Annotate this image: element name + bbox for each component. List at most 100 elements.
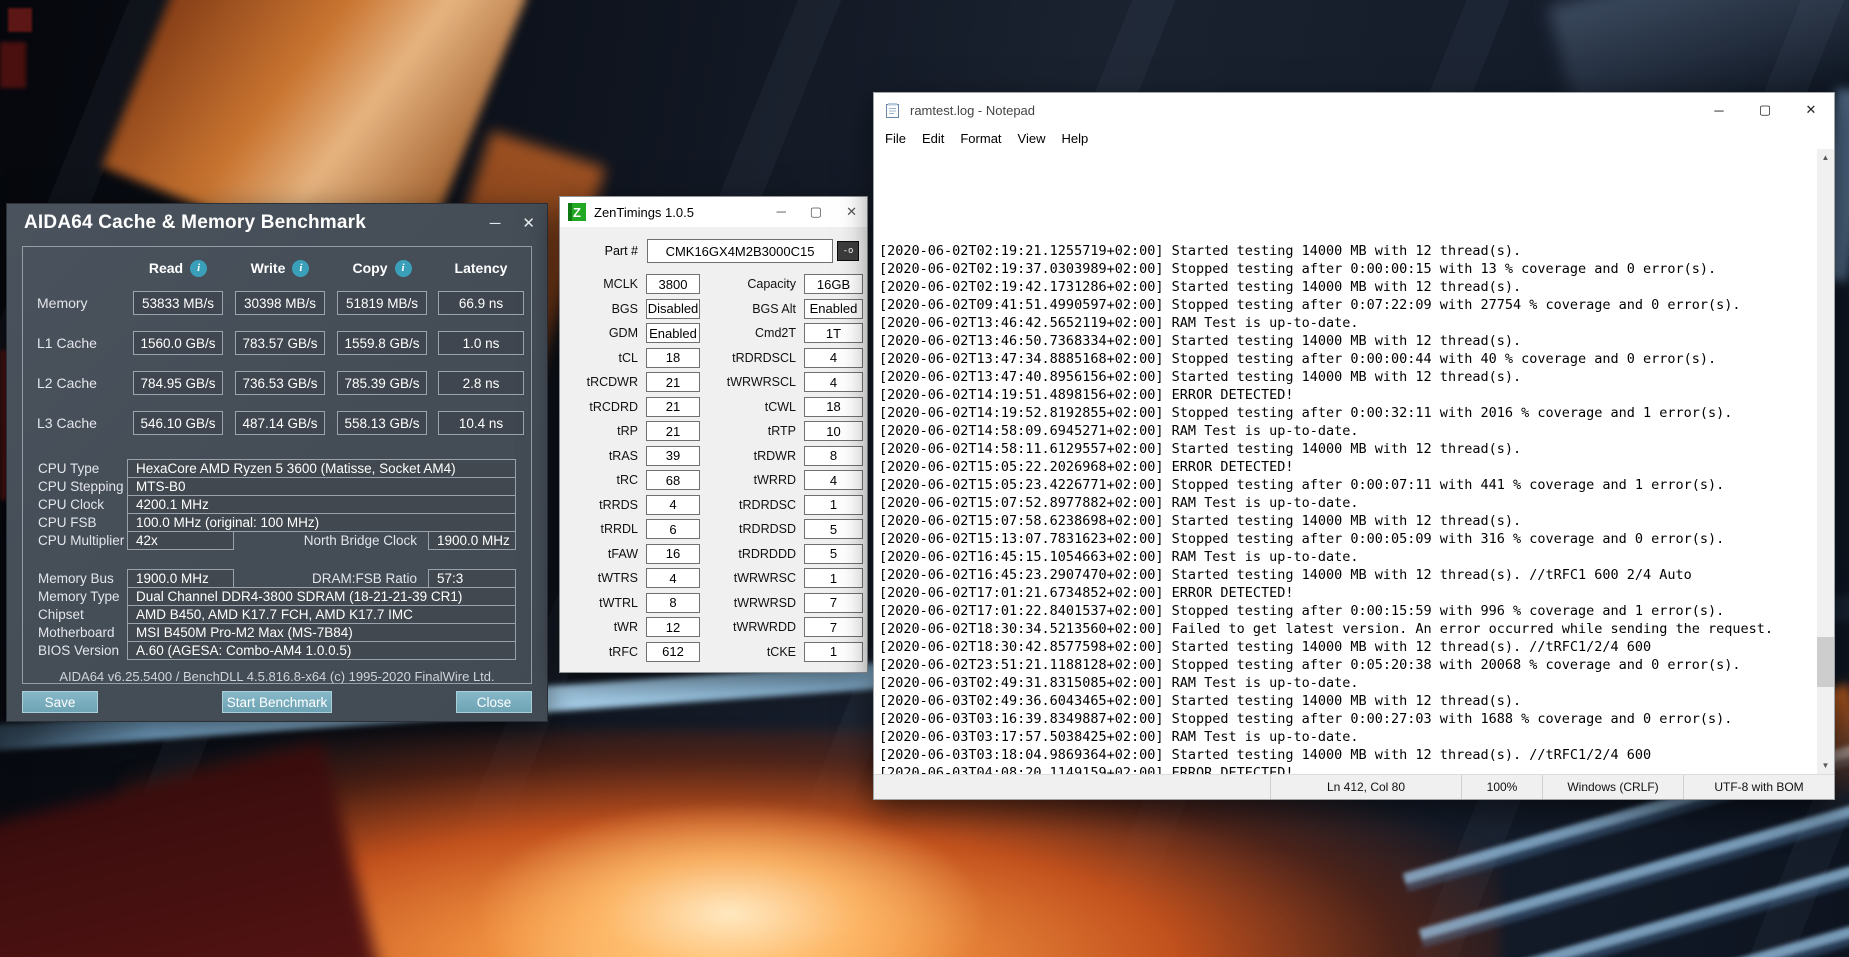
timing-value-field[interactable]: 12 xyxy=(646,617,700,638)
timing-value-field[interactable]: 8 xyxy=(646,592,700,613)
timing-value-field[interactable]: 7 xyxy=(804,617,863,638)
config-value-field[interactable]: Enabled xyxy=(646,323,700,344)
timing-row: tRFC 612 tCKE 1 xyxy=(560,640,867,665)
scroll-down-icon[interactable]: ▼ xyxy=(1817,757,1834,774)
benchmark-row-label: L3 Cache xyxy=(37,415,97,431)
log-line: [2020-06-02T23:51:21.1188128+02:00] Stop… xyxy=(879,657,1741,673)
timing-value-field[interactable]: 1 xyxy=(804,494,863,515)
timing-value-field[interactable]: 4 xyxy=(804,347,863,368)
minimize-icon[interactable]: ─ xyxy=(1696,93,1742,127)
log-line: [2020-06-02T13:46:50.7368334+02:00] Star… xyxy=(879,333,1522,349)
zentimings-logo-icon: Z xyxy=(568,203,586,221)
start-benchmark-button[interactable]: Start Benchmark xyxy=(222,691,332,713)
notepad-titlebar[interactable]: ramtest.log - Notepad ─ ▢ ✕ xyxy=(874,93,1834,127)
timing-label: tWRRD xyxy=(753,473,796,488)
config-value-field[interactable]: 3800 xyxy=(646,274,700,295)
menu-item[interactable]: View xyxy=(1010,131,1054,146)
notepad-caption-buttons: ─ ▢ ✕ xyxy=(1696,93,1834,127)
close-icon[interactable]: ✕ xyxy=(1788,93,1834,127)
menu-item[interactable]: Help xyxy=(1053,131,1096,146)
close-icon[interactable]: ✕ xyxy=(846,204,857,220)
minimize-icon[interactable]: ─ xyxy=(490,216,501,231)
timing-value-field[interactable]: 4 xyxy=(804,372,863,393)
log-line: [2020-06-03T02:49:36.6043465+02:00] Star… xyxy=(879,693,1522,709)
vertical-scrollbar[interactable]: ▲ ▼ xyxy=(1817,149,1834,774)
menu-item[interactable]: Format xyxy=(952,131,1009,146)
scrollbar-thumb[interactable] xyxy=(1817,637,1834,687)
part-number-field[interactable]: CMK16GX4M2B3000C15 xyxy=(647,239,833,263)
timing-value-field[interactable]: 4 xyxy=(646,568,700,589)
log-line: [2020-06-02T15:05:23.4226771+02:00] Stop… xyxy=(879,477,1725,493)
timing-value-field[interactable]: 6 xyxy=(646,519,700,540)
timing-value-field[interactable]: 5 xyxy=(804,543,863,564)
timing-label: tRDRDSCL xyxy=(732,350,796,365)
maximize-icon[interactable]: ▢ xyxy=(1742,93,1788,127)
aida64-titlebar[interactable]: AIDA64 Cache & Memory Benchmark ─ ✕ xyxy=(7,204,547,242)
zentimings-titlebar[interactable]: Z ZenTimings 1.0.5 ─ ▢ ✕ xyxy=(560,197,867,227)
timing-value-field[interactable]: 39 xyxy=(646,445,700,466)
log-line: [2020-06-03T03:17:57.5038425+02:00] RAM … xyxy=(879,729,1359,745)
zentimings-window-title: ZenTimings 1.0.5 xyxy=(594,204,694,220)
aida64-version-footer: AIDA64 v6.25.5400 / BenchDLL 4.5.816.8-x… xyxy=(59,669,495,684)
log-line: [2020-06-02T17:01:21.6734852+02:00] ERRO… xyxy=(879,585,1294,601)
timing-value-field[interactable]: 18 xyxy=(804,396,863,417)
log-line: [2020-06-02T16:45:15.1054663+02:00] RAM … xyxy=(879,549,1359,565)
cpu-info-row: CPU Clock 4200.1 MHz xyxy=(38,495,516,514)
zoom-level-status: 100% xyxy=(1461,775,1542,799)
timing-label: tCWL xyxy=(764,399,796,414)
config-value-field[interactable]: 16GB xyxy=(804,274,863,295)
scroll-up-icon[interactable]: ▲ xyxy=(1817,149,1834,166)
timing-label: tWRWRSD xyxy=(733,595,796,610)
timing-value-field[interactable]: 5 xyxy=(804,519,863,540)
timing-label: tWTRL xyxy=(599,595,638,610)
timing-value-field[interactable]: 7 xyxy=(804,592,863,613)
config-value-field[interactable]: 1T xyxy=(804,323,863,344)
timing-label: tRCDWR xyxy=(586,375,638,390)
timing-value-field[interactable]: 1 xyxy=(804,568,863,589)
minimize-icon[interactable]: ─ xyxy=(777,204,786,220)
config-value-field[interactable]: Disabled xyxy=(646,298,700,319)
memory-bus-row: Memory Bus 1900.0 MHz DRAM:FSB Ratio 57:… xyxy=(38,569,516,588)
screenshot-icon-button[interactable]: -o xyxy=(837,241,859,261)
timing-label: tWR xyxy=(613,620,638,635)
close-icon[interactable]: ✕ xyxy=(522,216,535,231)
log-text-area[interactable]: [2020-06-02T02:19:21.1255719+02:00] Star… xyxy=(874,149,1817,774)
timing-value-field[interactable]: 4 xyxy=(646,494,700,515)
timing-value-field[interactable]: 21 xyxy=(646,372,700,393)
timing-row: tWR 12 tWRWRDD 7 xyxy=(560,615,867,640)
timing-value-field[interactable]: 1 xyxy=(804,641,863,662)
info-icon[interactable]: i xyxy=(292,259,310,277)
benchmark-row: L2 Cache 784.95 GB/s 736.53 GB/s 785.39 … xyxy=(23,363,531,403)
timing-label: tRDRDDD xyxy=(738,546,796,561)
menu-item[interactable]: Edit xyxy=(914,131,952,146)
timing-value-field[interactable]: 4 xyxy=(804,470,863,491)
info-icon[interactable]: i xyxy=(190,259,208,277)
benchmark-row: L3 Cache 546.10 GB/s 487.14 GB/s 558.13 … xyxy=(23,403,531,443)
aida64-button-bar: Save Start Benchmark Close xyxy=(22,691,532,713)
timing-value-field[interactable]: 612 xyxy=(646,641,700,662)
close-button[interactable]: Close xyxy=(456,691,532,713)
timing-value-field[interactable]: 21 xyxy=(646,396,700,417)
info-row-value: MSI B450M Pro-M2 Max (MS-7B84) xyxy=(127,623,516,642)
timing-value-field[interactable]: 16 xyxy=(646,543,700,564)
benchmark-row: L1 Cache 1560.0 GB/s 783.57 GB/s 1559.8 … xyxy=(23,323,531,363)
timing-value-field[interactable]: 21 xyxy=(646,421,700,442)
info-row-value: HexaCore AMD Ryzen 5 3600 (Matisse, Sock… xyxy=(127,459,516,478)
config-value-field[interactable]: Enabled xyxy=(804,298,863,319)
info-row-label: Memory Bus xyxy=(38,571,114,586)
maximize-icon[interactable]: ▢ xyxy=(810,204,822,220)
memory-config-grid: MCLK 3800 Capacity 16GB BGS Disabled BGS… xyxy=(560,272,867,346)
info-icon[interactable]: i xyxy=(394,259,412,277)
timing-row: tWTRL 8 tWRWRSD 7 xyxy=(560,591,867,616)
timing-value-field[interactable]: 10 xyxy=(804,421,863,442)
log-line: [2020-06-02T14:19:52.8192855+02:00] Stop… xyxy=(879,405,1733,421)
timing-value-field[interactable]: 8 xyxy=(804,445,863,466)
timing-value-field[interactable]: 68 xyxy=(646,470,700,491)
log-line: [2020-06-02T18:30:42.8577598+02:00] Star… xyxy=(879,639,1652,655)
timing-value-field[interactable]: 18 xyxy=(646,347,700,368)
menu-item[interactable]: File xyxy=(877,131,914,146)
benchmark-row-label: Memory xyxy=(37,295,88,311)
save-button[interactable]: Save xyxy=(22,691,98,713)
benchmark-copy-value: 558.13 GB/s xyxy=(337,411,427,435)
timing-label: tRP xyxy=(617,424,638,439)
